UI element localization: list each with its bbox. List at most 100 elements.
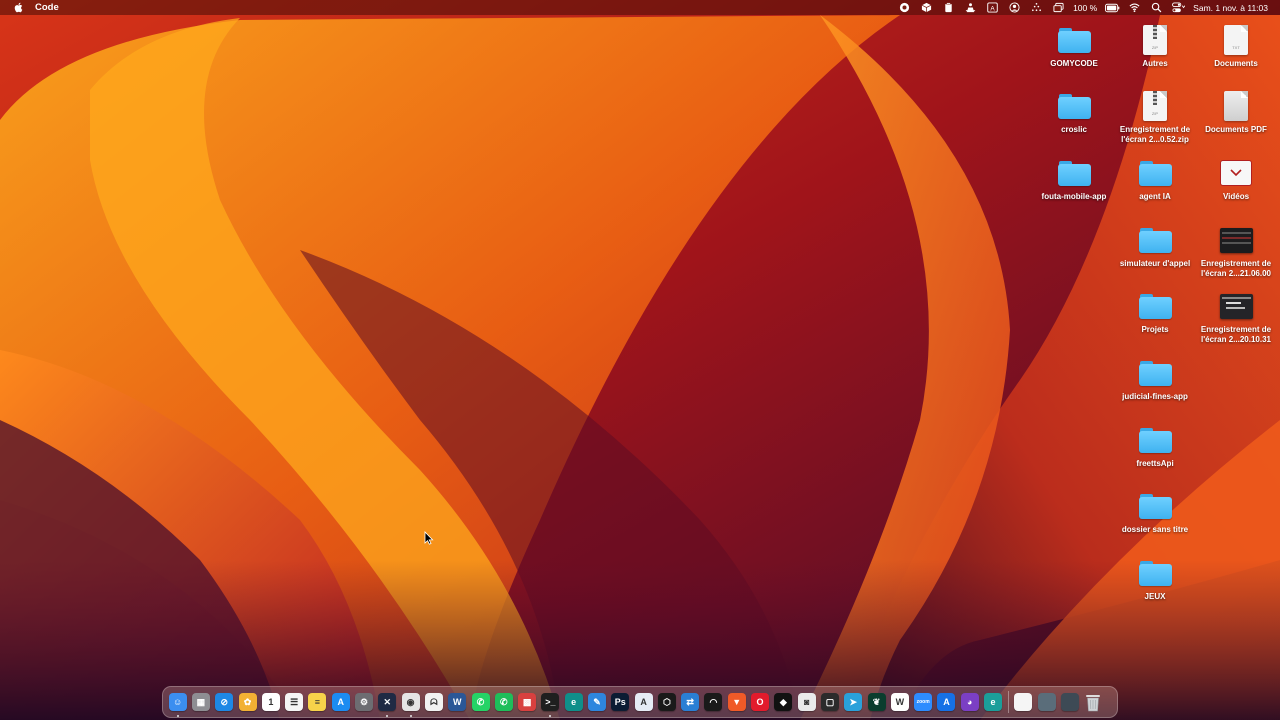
dock-app-xcode-sim[interactable]: A [935,686,958,718]
dock-app-word[interactable]: W [446,686,469,718]
dock-app-brave[interactable]: ▼ [725,686,748,718]
display-app-icon: ▢ [820,693,839,711]
dock-stack-recent-stack[interactable] [1058,686,1081,718]
desktop-icon-simulateur-d-appel[interactable]: simulateur d'appel [1114,224,1196,269]
codepen-icon: ⬡ [657,693,676,711]
dock-app-calendar[interactable]: 1 [259,686,282,718]
calendar-icon: 1 [261,693,280,711]
desktop-icon-projets[interactable]: Projets [1114,290,1196,335]
dock-app-github-desktop[interactable]: ◕ [958,686,981,718]
dock-app-xcode[interactable]: ✎ [585,686,608,718]
folder-icon [1138,427,1172,453]
dock-app-android-studio[interactable]: ◙ [795,686,818,718]
notes-icon: ≡ [308,693,327,711]
desktop-icon-label: croslic [1061,125,1087,134]
rubik-icon: ▩ [518,693,537,711]
window-icon[interactable] [1047,0,1069,15]
desktop-icon-screen-recording-1[interactable]: Enregistrement de l'écran 2...21.06.00 [1195,224,1277,279]
dock-app-system-settings[interactable]: ⚙ [352,686,375,718]
word-icon: W [448,693,467,711]
desktop-icon-jeux[interactable]: JEUX [1114,557,1196,602]
dock-app-app-store[interactable]: A [329,686,352,718]
dock-app-whatsapp-business[interactable]: ✆ [492,686,515,718]
desktop-icon-judicial-fines-app[interactable]: judicial-fines-app [1114,357,1196,402]
dock-app-unity[interactable]: ◆ [772,686,795,718]
dock-app-codepen[interactable]: ⬡ [655,686,678,718]
safari-icon: ⊘ [215,693,234,711]
dock-app-safari[interactable]: ⊘ [213,686,236,718]
dock-app-wikipedia[interactable]: W [888,686,911,718]
dock-app-instruments[interactable]: A [632,686,655,718]
battery-icon[interactable] [1101,0,1123,15]
box-icon[interactable] [915,0,937,15]
dock-app-chrome[interactable]: ◉ [399,686,422,718]
dock-app-terminal[interactable]: >_ [539,686,562,718]
dock-app-reminders[interactable]: ☰ [282,686,305,718]
wifi-icon[interactable] [1123,0,1145,15]
desktop-icon-freettsapi[interactable]: freettsApi [1114,424,1196,469]
record-icon[interactable] [893,0,915,15]
dock-app-display-app[interactable]: ▢ [818,686,841,718]
dock-app-notes[interactable]: ≡ [306,686,329,718]
finder-icon: ☺ [168,693,187,711]
clipboard-icon[interactable] [937,0,959,15]
folder-icon [1138,160,1172,186]
dock-stack-documents-stack[interactable] [1012,686,1035,718]
search-icon[interactable] [1145,0,1167,15]
dock-app-vscode[interactable]: ✕ [376,686,399,718]
dock-app-airdroid[interactable]: ◠ [702,686,725,718]
dock-separator [1007,691,1009,713]
dock-app-zoom[interactable]: zoom [912,686,935,718]
dock-app-opera[interactable]: O [748,686,771,718]
control-center-icon[interactable] [1167,0,1189,15]
folder-icon [1138,293,1172,319]
folder-icon [1138,360,1172,386]
xcode-sim-icon: A [937,693,956,711]
desktop-icon-documents[interactable]: TXT Documents [1195,24,1277,69]
apple-menu-icon[interactable] [12,0,26,15]
desktop-icon-label: Projets [1141,325,1169,334]
desktop-icon-gomycode[interactable]: GOMYCODE [1033,24,1115,69]
video-thumbnail-icon [1219,227,1253,253]
active-app-name[interactable]: Code [35,2,59,13]
desktop-icon-documents-pdf[interactable]: Documents PDF [1195,90,1277,135]
airdroid-icon: ◠ [704,693,723,711]
dock-stack-downloads-stack[interactable] [1035,686,1058,718]
dots-icon[interactable] [1025,0,1047,15]
dock-app-whatsapp[interactable]: ✆ [469,686,492,718]
dock-app-edge-dev[interactable]: e [981,686,1004,718]
dock-app-photos[interactable]: ✿ [236,686,259,718]
desktop-icon-fouta-mobile-app[interactable]: fouta-mobile-app [1033,157,1115,202]
desktop-icon-videos[interactable]: Vidéos [1195,157,1277,202]
dock-app-finder[interactable]: ☺ [166,686,189,718]
dock-app-ollama[interactable]: ᗣ [422,686,445,718]
telegram-icon: ➤ [844,693,863,711]
desktop-icon-autres[interactable]: ZIP Autres [1114,24,1196,69]
dock-app-telegram[interactable]: ➤ [842,686,865,718]
video-folder-icon [1220,160,1252,186]
dock-app-mongodb-compass[interactable]: ❦ [865,686,888,718]
teacher-icon[interactable] [959,0,981,15]
unity-icon: ◆ [774,693,793,711]
menu-clock[interactable]: Sam. 1 nov. à 11:03 [1189,3,1272,13]
desktop-icon-screen-recording-2[interactable]: Enregistrement de l'écran 2...20.10.31 [1195,290,1277,345]
dock-trash[interactable] [1082,686,1105,718]
dock-app-launchpad[interactable]: ▦ [189,686,212,718]
desktop-icon-agent-ia[interactable]: agent IA [1114,157,1196,202]
battery-percent: 100 % [1073,2,1098,13]
photos-icon: ✿ [238,693,257,711]
desktop-icon-dossier-sans-titre[interactable]: dossier sans titre [1114,490,1196,535]
account-icon[interactable] [1003,0,1025,15]
dock-app-rubik[interactable]: ▩ [515,686,538,718]
documents-stack-icon [1014,693,1033,711]
dock-app-remote-desktop[interactable]: ⇄ [679,686,702,718]
desktop-icon-screen-recording-zip[interactable]: ZIP Enregistrement de l'écran 2...0.52.z… [1114,90,1196,145]
text-file-icon: TXT [1224,25,1248,55]
dock-app-edge[interactable]: e [562,686,585,718]
desktop-icon-croslic[interactable]: croslic [1033,90,1115,135]
dock-app-photoshop[interactable]: Ps [609,686,632,718]
running-indicator [409,715,412,717]
desktop[interactable]: Code A 100 % Sam. 1 nov. à 11:03 GOMYCOD… [0,0,1280,720]
desktop-icon-label: Vidéos [1222,192,1250,201]
input-source-icon[interactable]: A [981,0,1003,15]
